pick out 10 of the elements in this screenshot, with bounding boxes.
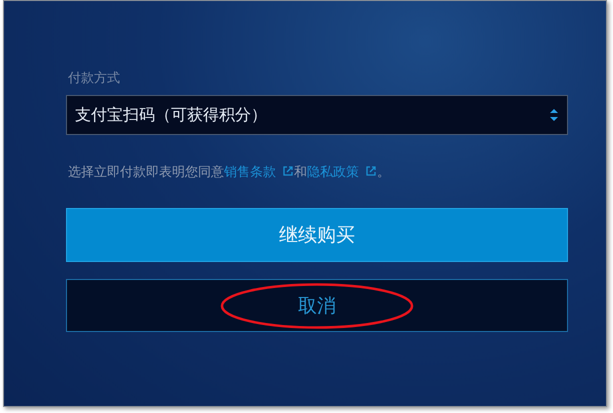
terms-link[interactable]: 隐私政策 [307, 165, 377, 180]
field-label: 付款方式 [68, 70, 120, 87]
cancel-button[interactable]: 取消 [66, 279, 568, 332]
terms-link[interactable]: 销售条款 [224, 165, 294, 180]
external-link-icon [282, 165, 294, 177]
payment-select[interactable]: 支付宝扫码（可获得积分） [66, 95, 568, 135]
consent-text: 选择立即付款即表明您同意销售条款 和隐私政策 。 [68, 164, 391, 181]
continue-button[interactable]: 继续购买 [66, 208, 568, 262]
external-link-icon [365, 165, 377, 177]
sort-icon [549, 108, 559, 122]
